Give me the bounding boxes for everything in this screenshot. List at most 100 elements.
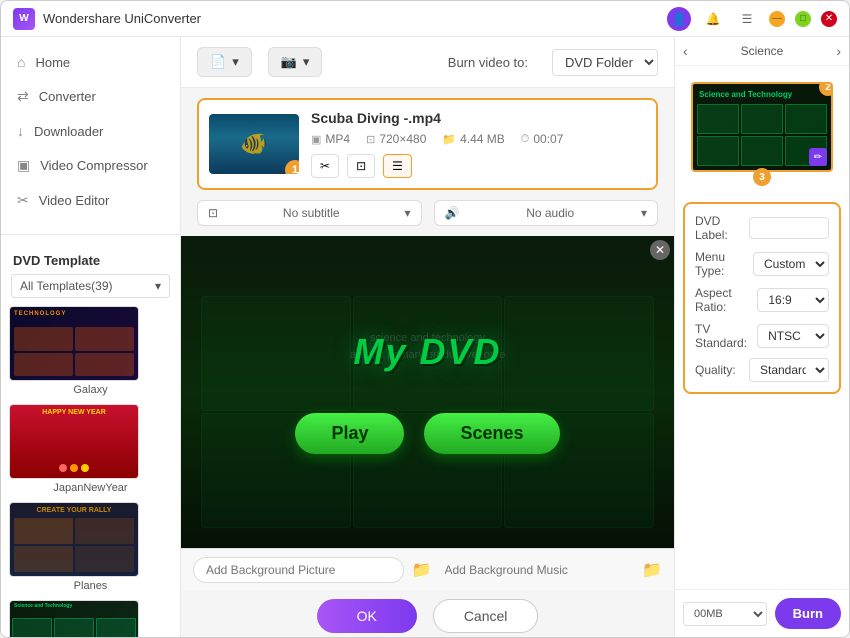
add-video-label: ▾	[232, 54, 239, 70]
aspect-ratio-row: Aspect Ratio: 16:9 4:3	[695, 286, 829, 314]
template-item-science[interactable]: Science and Technology	[9, 600, 172, 637]
settings-button[interactable]: ☰	[383, 154, 412, 178]
storage-select[interactable]: 00MB	[683, 602, 767, 626]
tv-standard-label: TV Standard:	[695, 322, 757, 350]
compressor-icon: ▣	[17, 157, 30, 174]
science-preview-title: Science and Technology	[699, 90, 792, 99]
subtitle-chevron: ▾	[404, 206, 410, 220]
nav-label: Science	[741, 44, 784, 58]
top-toolbar: 📄 ▾ 📷 ▾ Burn video to: DVD Folder DVD Di…	[181, 37, 674, 88]
audio-dropdown[interactable]: 🔊 No audio ▾	[434, 200, 659, 226]
dvd-template-title: DVD Template	[1, 243, 180, 274]
content-area: 📄 ▾ 📷 ▾ Burn video to: DVD Folder DVD Di…	[181, 37, 674, 637]
home-icon: ⌂	[17, 54, 25, 70]
sub-audio-row: ⊡ No subtitle ▾ 🔊 No audio ▾	[181, 200, 674, 236]
burn-destination-select[interactable]: DVD Folder DVD Disc ISO File	[552, 49, 658, 76]
video-badge: 1	[285, 160, 299, 174]
resolution-icon: ⊡	[366, 133, 375, 146]
preview-play-button[interactable]: Play	[295, 413, 404, 454]
notification-icon[interactable]: 🔔	[701, 7, 725, 31]
video-actions: ✂ ⊡ ☰	[311, 154, 646, 178]
close-button[interactable]: ✕	[821, 11, 837, 27]
sidebar-item-video-editor[interactable]: ✂ Video Editor	[1, 183, 180, 218]
tv-standard-row: TV Standard: NTSC PAL	[695, 322, 829, 350]
template-item-planes[interactable]: CREATE YOUR RALLY Pla	[9, 502, 172, 592]
format-icon: ▣	[311, 133, 321, 146]
right-panel: ‹ Science › Science and Technology 2 ✏	[674, 37, 849, 637]
sidebar: ⌂ Home ⇄ Converter ↓ Downloader ▣ Video …	[1, 37, 181, 637]
video-meta: ▣MP4 ⊡720×480 📁4.44 MB ⏱00:07	[311, 132, 646, 146]
menu-icon[interactable]: ☰	[735, 7, 759, 31]
dvd-label-row: DVD Label:	[695, 214, 829, 242]
crop-button[interactable]: ⊡	[347, 154, 375, 178]
settings-badge-3: 3	[753, 168, 771, 186]
science-nav: ‹ Science ›	[675, 37, 849, 66]
size-icon: 📁	[442, 133, 456, 146]
preview-close-button[interactable]: ✕	[650, 240, 670, 260]
add-video-button[interactable]: 📄 ▾	[197, 47, 252, 77]
preview-scenes-button[interactable]: Scenes	[424, 413, 559, 454]
dvd-label-label: DVD Label:	[695, 214, 749, 242]
bg-picture-input[interactable]	[193, 557, 404, 583]
bg-music-folder-button[interactable]: 📁	[642, 560, 662, 580]
cut-button[interactable]: ✂	[311, 154, 339, 178]
menu-type-row: Menu Type: Custom Classic Modern	[695, 250, 829, 278]
template-item-japannewyear[interactable]: HAPPY NEW YEAR JapanNewYear	[9, 404, 172, 494]
bottom-action-row: OK Cancel	[181, 591, 674, 637]
aspect-ratio-select[interactable]: 16:9 4:3	[757, 288, 829, 312]
preview-grid-overlay	[181, 236, 674, 548]
app-icon: W	[13, 8, 35, 30]
dvd-settings-panel: DVD Label: Menu Type: Custom Classic Mod…	[683, 202, 841, 394]
editor-icon: ✂	[17, 192, 29, 209]
video-thumbnail: 🐠 1	[209, 114, 299, 174]
nav-prev-button[interactable]: ‹	[683, 43, 688, 59]
science-preview-grid	[697, 104, 827, 166]
subtitle-icon: ⊡	[208, 206, 218, 220]
video-thumb-image: 🐠	[240, 131, 267, 157]
burn-label: Burn video to:	[448, 55, 528, 70]
dvd-label-input[interactable]	[749, 217, 829, 239]
preview-main: My DVD science and technology are the pr…	[181, 236, 674, 548]
app-title: Wondershare UniConverter	[43, 11, 201, 26]
template-item-galaxy[interactable]: TECHNOLOGY Galaxy	[9, 306, 172, 396]
preview-title: My DVD	[353, 331, 501, 373]
menu-type-label: Menu Type:	[695, 250, 753, 278]
user-icon[interactable]: 👤	[667, 7, 691, 31]
tv-standard-select[interactable]: NTSC PAL	[757, 324, 829, 348]
edit-template-button[interactable]: ✏	[809, 148, 827, 166]
subtitle-dropdown[interactable]: ⊡ No subtitle ▾	[197, 200, 422, 226]
preview-buttons: Play Scenes	[295, 413, 559, 454]
sidebar-item-video-compressor[interactable]: ▣ Video Compressor	[1, 148, 180, 183]
quality-label: Quality:	[695, 363, 736, 377]
quality-select[interactable]: Standard High Ultra	[749, 358, 829, 382]
bg-music-input[interactable]	[440, 558, 635, 582]
sidebar-item-downloader[interactable]: ↓ Downloader	[1, 114, 180, 148]
aspect-ratio-label: Aspect Ratio:	[695, 286, 757, 314]
template-list: TECHNOLOGY Galaxy	[1, 306, 180, 637]
cancel-button[interactable]: Cancel	[433, 599, 539, 633]
minimize-button[interactable]: —	[769, 11, 785, 27]
science-preview-box: Science and Technology 2 ✏	[691, 82, 833, 172]
sidebar-item-home[interactable]: ⌂ Home	[1, 45, 180, 79]
quality-row: Quality: Standard High Ultra	[695, 358, 829, 382]
downloader-icon: ↓	[17, 123, 24, 139]
preview-footer: 📁 📁	[181, 548, 674, 591]
add-from-icon: 📷	[281, 54, 297, 70]
template-filter-dropdown[interactable]: All Templates(39) ▾	[11, 274, 170, 298]
title-bar: W Wondershare UniConverter 👤 🔔 ☰ — □ ✕	[1, 1, 849, 37]
converter-icon: ⇄	[17, 88, 29, 105]
ok-button[interactable]: OK	[317, 599, 417, 633]
preview-panel: ✕ My DVD science and technology are the …	[181, 236, 674, 591]
video-item: 🐠 1 Scuba Diving -.mp4 ▣MP4 ⊡720×480 📁4.…	[197, 98, 658, 190]
nav-next-button[interactable]: ›	[836, 43, 841, 59]
add-from-button[interactable]: 📷 ▾	[268, 47, 323, 77]
maximize-button[interactable]: □	[795, 11, 811, 27]
add-video-icon: 📄	[210, 54, 226, 70]
bg-picture-folder-button[interactable]: 📁	[412, 560, 432, 580]
audio-icon: 🔊	[445, 206, 460, 220]
menu-type-select[interactable]: Custom Classic Modern	[753, 252, 829, 276]
duration-icon: ⏱	[521, 133, 530, 146]
bottom-row: 00MB Burn	[675, 589, 849, 637]
sidebar-item-converter[interactable]: ⇄ Converter	[1, 79, 180, 114]
burn-button[interactable]: Burn	[775, 598, 841, 629]
